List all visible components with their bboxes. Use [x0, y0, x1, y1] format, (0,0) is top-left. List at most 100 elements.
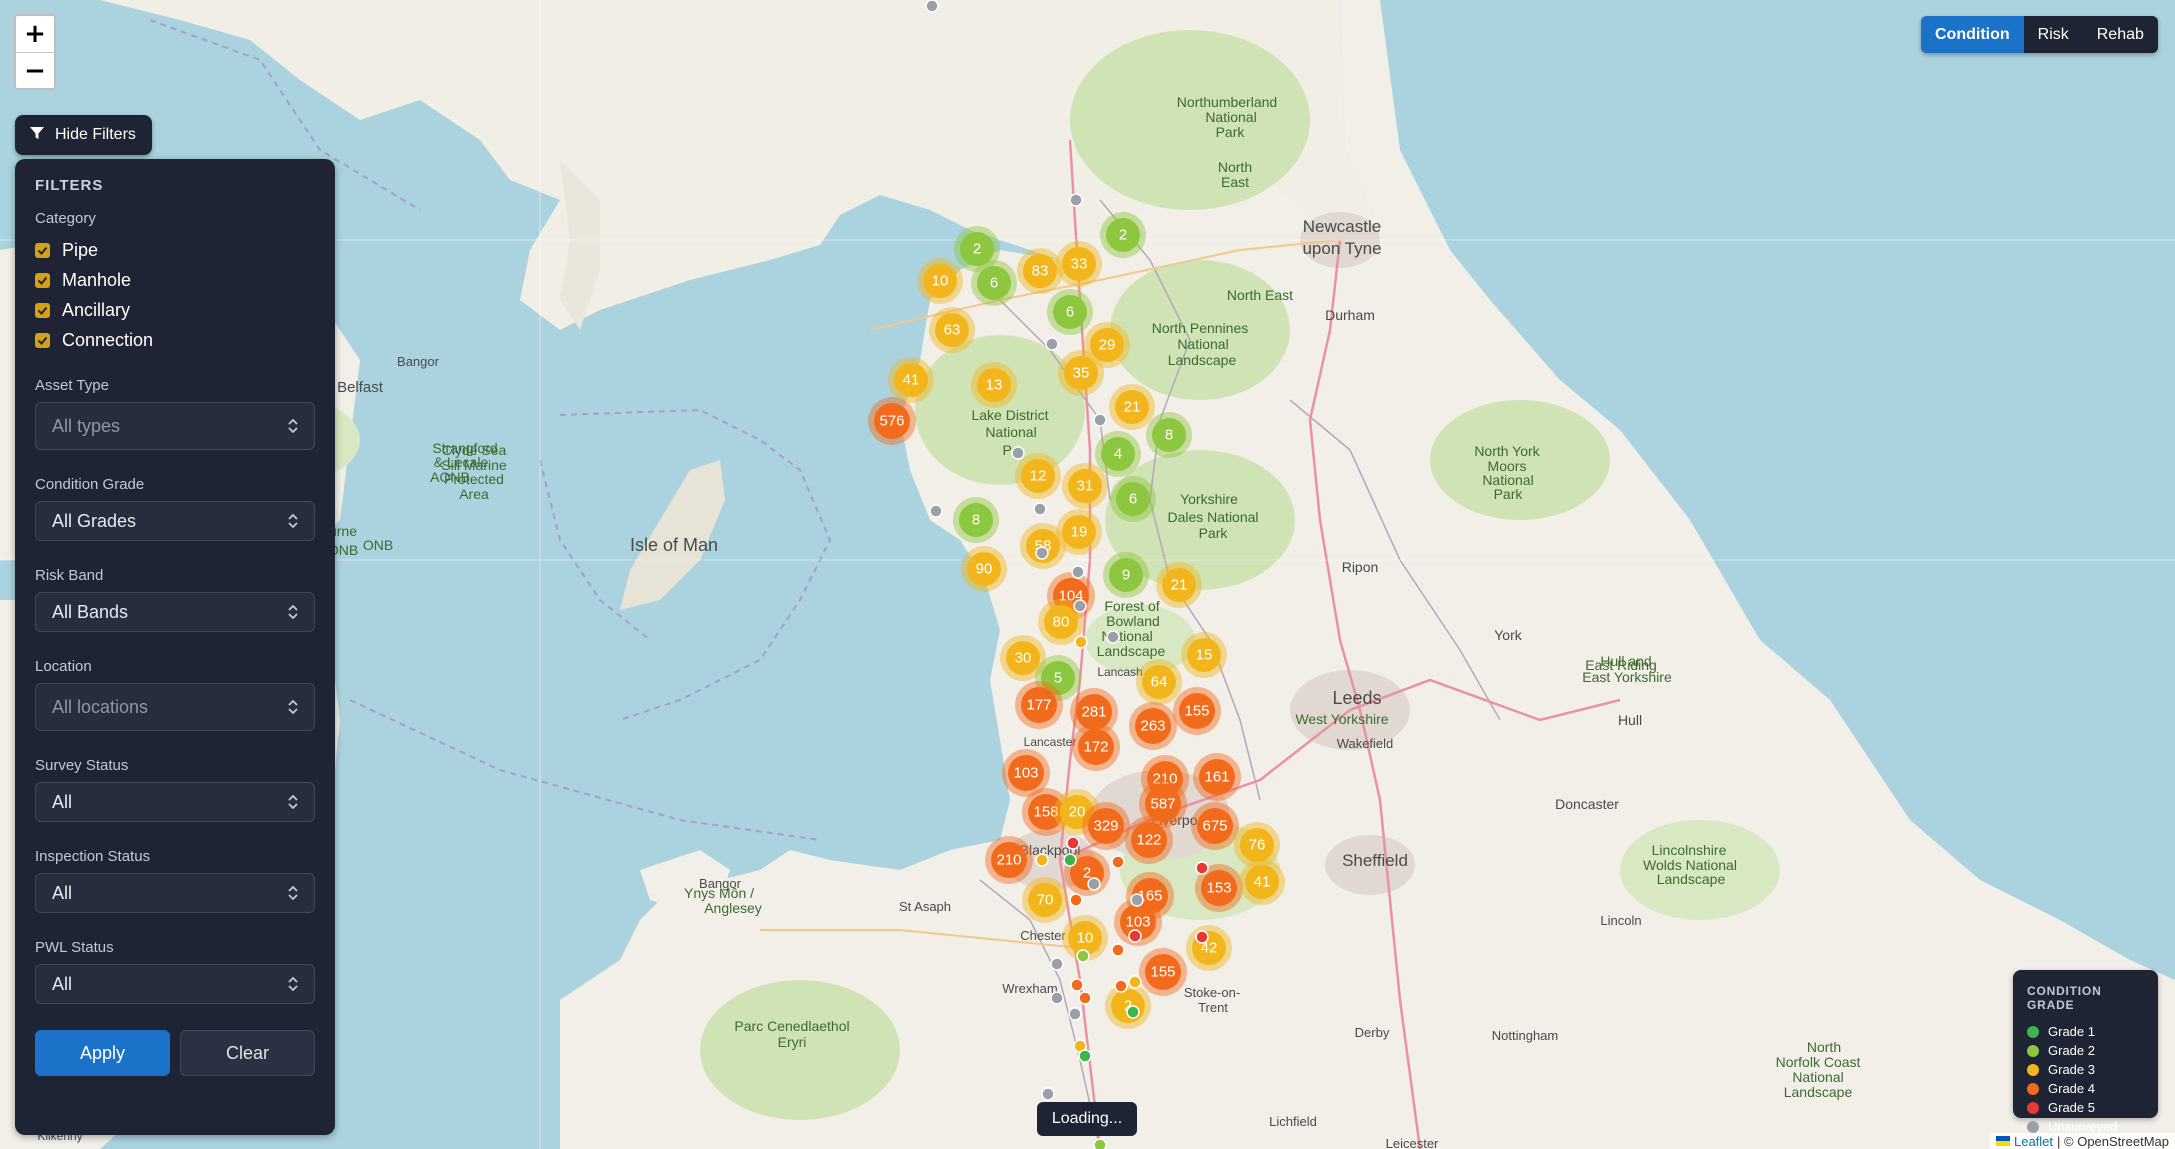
marker-cluster[interactable]: 12: [1015, 453, 1061, 499]
asset-marker[interactable]: [1128, 975, 1142, 989]
asset-marker[interactable]: [1035, 546, 1049, 560]
ancillary-checkbox[interactable]: [35, 302, 50, 318]
marker-cluster[interactable]: 41: [1239, 859, 1285, 905]
asset-marker[interactable]: [1068, 1007, 1082, 1021]
asset-marker[interactable]: [1078, 1049, 1092, 1063]
category-connection[interactable]: Connection: [35, 325, 315, 355]
inspection-status-select[interactable]: All: [35, 873, 315, 913]
asset-marker[interactable]: [1041, 1087, 1055, 1101]
asset-marker[interactable]: [1126, 1005, 1140, 1019]
asset-marker[interactable]: [1071, 565, 1085, 579]
asset-marker[interactable]: [1063, 853, 1077, 867]
asset-marker[interactable]: [1087, 877, 1101, 891]
marker-cluster[interactable]: 329: [1082, 802, 1130, 850]
hide-filters-button[interactable]: Hide Filters: [15, 115, 152, 155]
marker-cluster[interactable]: 10: [917, 258, 963, 304]
marker-cluster[interactable]: 83: [1017, 248, 1063, 294]
marker-cluster[interactable]: 161: [1193, 753, 1241, 801]
marker-cluster[interactable]: 41: [888, 357, 934, 403]
asset-marker[interactable]: [1195, 930, 1209, 944]
category-ancillary[interactable]: Ancillary: [35, 295, 315, 325]
asset-marker[interactable]: [1069, 893, 1083, 907]
asset-marker[interactable]: [1078, 991, 1092, 1005]
asset-marker[interactable]: [1106, 630, 1120, 644]
category-pipe[interactable]: Pipe: [35, 235, 315, 265]
asset-marker[interactable]: [1033, 502, 1047, 516]
marker-cluster[interactable]: 8: [1146, 412, 1192, 458]
marker-cluster[interactable]: 6: [971, 260, 1017, 306]
pwl-status-select[interactable]: All: [35, 964, 315, 1004]
asset-marker[interactable]: [1130, 893, 1144, 907]
marker-cluster[interactable]: 21: [1109, 384, 1155, 430]
category-manhole[interactable]: Manhole: [35, 265, 315, 295]
apply-button[interactable]: Apply: [35, 1030, 170, 1076]
asset-marker[interactable]: [1076, 949, 1090, 963]
zoom-in-button[interactable]: +: [16, 16, 54, 52]
asset-marker[interactable]: [1128, 929, 1142, 943]
asset-marker[interactable]: [1070, 978, 1084, 992]
mode-rehab-button[interactable]: Rehab: [2082, 16, 2158, 53]
marker-cluster[interactable]: 70: [1022, 877, 1068, 923]
location-select[interactable]: All locations: [35, 683, 315, 731]
asset-marker[interactable]: [1045, 337, 1059, 351]
marker-cluster[interactable]: 155: [1139, 948, 1187, 996]
marker-cluster[interactable]: 6: [1047, 289, 1093, 335]
asset-marker[interactable]: [1111, 943, 1125, 957]
unsurveyed-dot: [2027, 1120, 2039, 1133]
asset-type-label: Asset Type: [35, 377, 109, 394]
marker-cluster[interactable]: 177: [1015, 681, 1063, 729]
marker-cluster[interactable]: 90: [961, 546, 1007, 592]
marker-cluster[interactable]: 8: [953, 497, 999, 543]
asset-marker[interactable]: [1050, 991, 1064, 1005]
zoom-out-button[interactable]: −: [16, 52, 54, 88]
mode-risk-button[interactable]: Risk: [2023, 16, 2083, 53]
connection-checkbox[interactable]: [35, 332, 50, 348]
marker-cluster[interactable]: 15: [1181, 632, 1227, 678]
marker-cluster[interactable]: 31: [1062, 463, 1108, 509]
leaflet-link[interactable]: Leaflet: [2014, 1134, 2053, 1149]
asset-marker[interactable]: [1111, 855, 1125, 869]
marker-cluster[interactable]: 155: [1173, 687, 1221, 735]
survey-status-select[interactable]: All: [35, 782, 315, 822]
asset-marker[interactable]: [1073, 599, 1087, 613]
marker-cluster[interactable]: 263: [1129, 702, 1177, 750]
marker-cluster[interactable]: 35: [1058, 350, 1104, 396]
marker-cluster[interactable]: 13: [971, 362, 1017, 408]
marker-cluster[interactable]: 172: [1072, 723, 1120, 771]
marker-cluster[interactable]: 64: [1136, 659, 1182, 705]
marker-cluster[interactable]: 576: [868, 397, 916, 445]
asset-marker[interactable]: [1011, 446, 1025, 460]
asset-marker[interactable]: [1066, 836, 1080, 850]
asset-marker[interactable]: [929, 504, 943, 518]
asset-marker[interactable]: [925, 0, 939, 13]
marker-cluster[interactable]: 122: [1125, 816, 1173, 864]
marker-cluster[interactable]: 675: [1191, 802, 1239, 850]
marker-cluster[interactable]: 4: [1095, 431, 1141, 477]
marker-cluster[interactable]: 210: [985, 836, 1033, 884]
asset-marker[interactable]: [1074, 635, 1088, 649]
marker-cluster[interactable]: 42: [1186, 925, 1232, 971]
marker-cluster[interactable]: 33: [1056, 241, 1102, 287]
manhole-checkbox[interactable]: [35, 272, 50, 288]
marker-cluster[interactable]: 2: [1105, 983, 1151, 1029]
asset-type-select[interactable]: All types: [35, 402, 315, 450]
risk-band-select[interactable]: All Bands: [35, 592, 315, 632]
marker-cluster[interactable]: 19: [1056, 509, 1102, 555]
asset-marker[interactable]: [1093, 1138, 1107, 1149]
marker-cluster[interactable]: 6: [1110, 476, 1156, 522]
mode-condition-button[interactable]: Condition: [1921, 16, 2024, 53]
asset-marker[interactable]: [1195, 861, 1209, 875]
marker-cluster[interactable]: 9: [1103, 552, 1149, 598]
condition-grade-select[interactable]: All Grades: [35, 501, 315, 541]
marker-cluster[interactable]: 63: [929, 307, 975, 353]
asset-marker[interactable]: [1069, 193, 1083, 207]
asset-marker[interactable]: [1114, 979, 1128, 993]
asset-marker[interactable]: [1050, 957, 1064, 971]
marker-cluster[interactable]: 2: [1100, 212, 1146, 258]
asset-marker[interactable]: [1093, 413, 1107, 427]
clear-button[interactable]: Clear: [180, 1030, 315, 1076]
marker-cluster[interactable]: 21: [1156, 562, 1202, 608]
place-label: Lincoln: [1600, 913, 1641, 928]
asset-marker[interactable]: [1035, 853, 1049, 867]
pipe-checkbox[interactable]: [35, 242, 50, 258]
